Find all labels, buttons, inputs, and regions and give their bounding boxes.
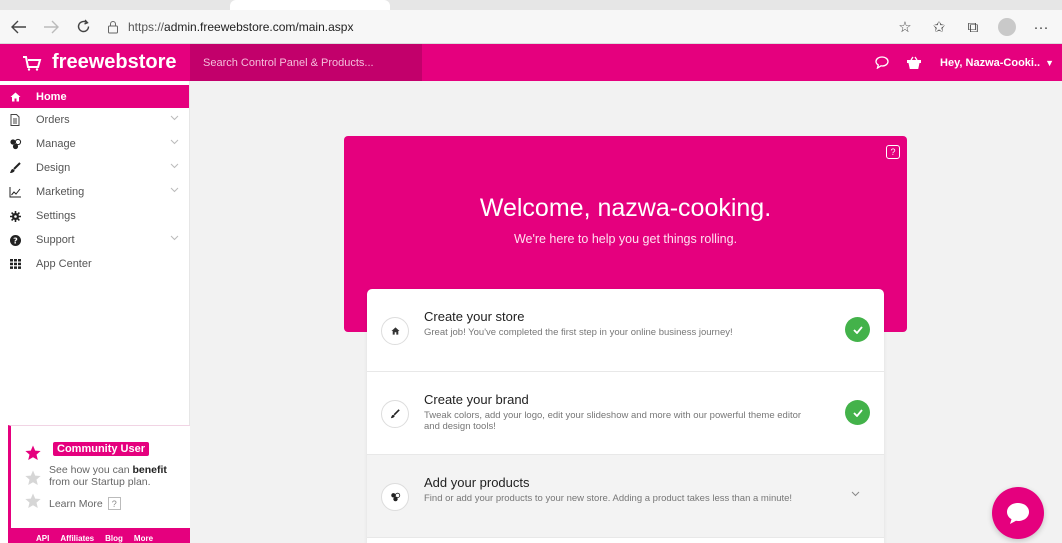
check-icon	[845, 400, 870, 425]
collections-icon[interactable]: ⧉	[956, 14, 990, 40]
step-title: Add your products	[424, 475, 530, 490]
star-icon	[25, 445, 41, 460]
star-icon	[25, 493, 41, 508]
chevron-down-icon	[170, 139, 179, 145]
avatar	[998, 18, 1016, 36]
sidebar: Home Orders Manage Design Marketing Sett…	[0, 81, 190, 543]
step-description: Great job! You've completed the first st…	[424, 327, 733, 338]
community-text: See how you can benefit from our Startup…	[49, 464, 167, 488]
more-icon[interactable]: ···	[1024, 14, 1058, 40]
chevron-down-icon	[170, 235, 179, 241]
footer-link-blog[interactable]: Blog	[105, 534, 123, 543]
chevron-down-icon	[170, 187, 179, 193]
footer-link-affiliates[interactable]: Affiliates	[60, 534, 94, 543]
grid-icon	[8, 257, 22, 271]
basket-icon[interactable]	[898, 56, 930, 70]
brush-icon	[381, 400, 409, 428]
onboarding-steps: Create your store Great job! You've comp…	[367, 289, 884, 543]
live-chat-button[interactable]	[992, 487, 1044, 539]
chevron-down-icon[interactable]	[851, 489, 860, 500]
cart-logo-icon	[23, 55, 42, 71]
sidebar-item-settings[interactable]: Settings	[0, 204, 189, 228]
step-description: Find or add your products to your new st…	[424, 493, 793, 504]
brand-name: freewebstore	[52, 51, 177, 73]
home-icon	[381, 317, 409, 345]
forward-icon[interactable]	[38, 14, 64, 40]
sidebar-item-manage[interactable]: Manage	[0, 132, 189, 156]
browser-tab-strip	[0, 0, 1062, 10]
chart-line-icon	[8, 185, 22, 199]
user-greeting: Hey, Nazwa-Cooki..	[940, 56, 1041, 69]
url-host: admin.freewebstore.com/main.aspx	[164, 19, 354, 34]
sidebar-item-label: Marketing	[36, 186, 85, 198]
help-icon[interactable]: ?	[107, 497, 121, 510]
step-add-products[interactable]: Add your products Find or add your produ…	[367, 455, 884, 538]
home-icon	[8, 90, 22, 104]
sidebar-item-label: Design	[36, 162, 71, 174]
sidebar-item-support[interactable]: ? Support	[0, 228, 189, 252]
cubes-icon	[8, 137, 22, 151]
welcome-subtitle: We're here to help you get things rollin…	[513, 232, 738, 246]
step-title: Create your brand	[424, 392, 529, 407]
address-bar[interactable]: https://admin.freewebstore.com/main.aspx	[106, 15, 396, 39]
step-title: Create your store	[424, 309, 525, 324]
sidebar-item-label: Support	[36, 234, 75, 246]
sidebar-item-home[interactable]: Home	[0, 85, 189, 108]
brush-icon	[8, 161, 22, 175]
sidebar-item-label: Settings	[36, 210, 76, 222]
sidebar-item-label: App Center	[36, 258, 92, 270]
sidebar-item-marketing[interactable]: Marketing	[0, 180, 189, 204]
url-protocol: https://	[128, 19, 165, 34]
app-header: freewebstore Search Control Panel & Prod…	[0, 44, 1062, 81]
community-panel: Community User See how you can benefit f…	[8, 425, 190, 543]
browser-toolbar: https://admin.freewebstore.com/main.aspx…	[0, 10, 1062, 44]
sidebar-item-orders[interactable]: Orders	[0, 108, 189, 132]
caret-down-icon: ▼	[1045, 57, 1054, 68]
sidebar-item-label: Orders	[36, 114, 70, 126]
community-user-badge: Community User	[53, 442, 150, 456]
footer-links: API Affiliates Blog More	[8, 528, 190, 543]
question-icon: ?	[8, 233, 22, 247]
lock-icon	[108, 20, 118, 33]
star-icon	[25, 470, 41, 485]
document-icon	[8, 113, 22, 127]
step-create-brand[interactable]: Create your brand Tweak colors, add your…	[367, 372, 884, 455]
step-create-store[interactable]: Create your store Great job! You've comp…	[367, 289, 884, 372]
help-icon[interactable]: ?	[886, 145, 900, 159]
sidebar-item-app-center[interactable]: App Center	[0, 252, 189, 276]
favorite-add-icon[interactable]: ☆	[888, 14, 922, 40]
learn-more-link[interactable]: Learn More ?	[49, 497, 121, 510]
chevron-down-icon	[170, 163, 179, 169]
search-input[interactable]: Search Control Panel & Products...	[190, 44, 422, 81]
footer-link-api[interactable]: API	[36, 534, 49, 543]
sidebar-item-design[interactable]: Design	[0, 156, 189, 180]
sidebar-item-label: Manage	[36, 138, 76, 150]
reload-icon[interactable]	[70, 14, 96, 40]
chevron-down-icon	[170, 115, 179, 121]
footer-link-more[interactable]: More	[134, 534, 153, 543]
cubes-icon	[381, 483, 409, 511]
browser-tab[interactable]	[230, 0, 390, 10]
user-menu[interactable]: Hey, Nazwa-Cooki.. ▼	[940, 57, 1054, 69]
brand-logo[interactable]: freewebstore	[0, 44, 190, 81]
profile-icon[interactable]	[990, 14, 1024, 40]
svg-text:?: ?	[13, 236, 18, 245]
chat-icon[interactable]	[866, 56, 898, 69]
favorites-icon[interactable]: ✩	[922, 14, 956, 40]
sidebar-item-label: Home	[36, 90, 67, 103]
chat-icon	[1007, 503, 1029, 524]
check-icon	[845, 317, 870, 342]
gear-icon	[8, 209, 22, 223]
back-icon[interactable]	[6, 14, 32, 40]
step-description: Tweak colors, add your logo, edit your s…	[424, 410, 802, 432]
welcome-title: Welcome, nazwa-cooking.	[479, 194, 772, 222]
